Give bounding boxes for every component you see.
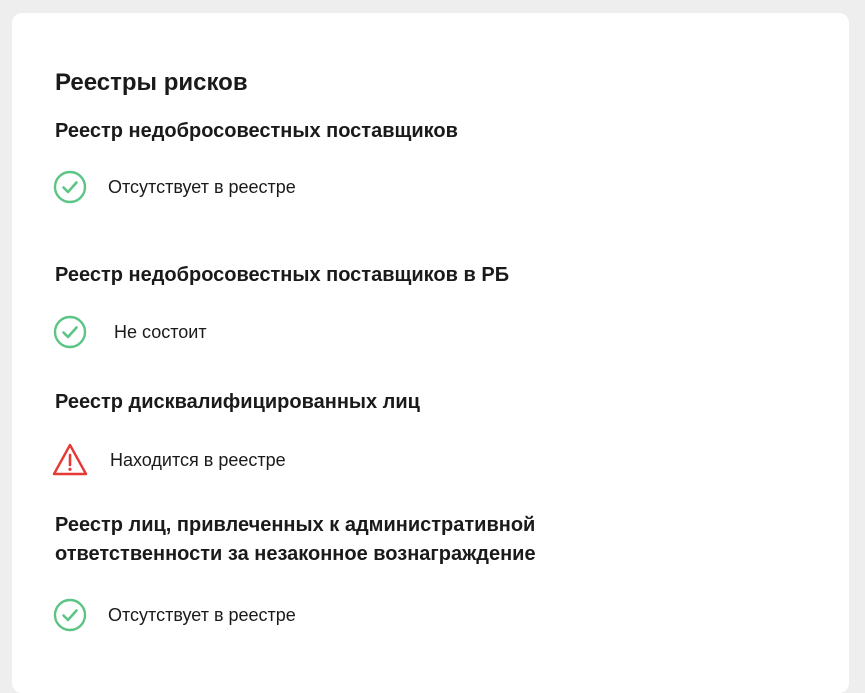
registry-status-unfair-suppliers: Отсутствует в реестре — [52, 169, 296, 205]
registry-title-administrative-liability: Реестр лиц, привлеченных к административ… — [55, 511, 536, 569]
registry-status-text: Отсутствует в реестре — [108, 605, 296, 625]
check-circle-icon — [52, 597, 88, 633]
check-circle-icon — [52, 169, 88, 205]
registry-title-unfair-suppliers: Реестр недобросовестных поставщиков — [55, 120, 458, 142]
registry-status-disqualified-persons: Находится в реестре — [52, 442, 286, 478]
registry-status-text: Находится в реестре — [110, 450, 286, 470]
registry-status-administrative-liability: Отсутствует в реестре — [52, 597, 296, 633]
registry-title-unfair-suppliers-rb: Реестр недобросовестных поставщиков в РБ — [55, 264, 510, 286]
registry-status-unfair-suppliers-rb: Не состоит — [52, 314, 207, 350]
card-title: Реестры рисков — [55, 69, 248, 96]
warning-triangle-icon — [52, 442, 88, 478]
risk-registries-card: Реестры рисков Реестр недобросовестных п… — [12, 13, 849, 693]
registry-title-disqualified-persons: Реестр дисквалифицированных лиц — [55, 391, 420, 413]
registry-status-text: Не состоит — [114, 322, 207, 342]
registry-title-line-2: ответственности за незаконное вознагражд… — [55, 543, 536, 565]
registry-title-line-1: Реестр лиц, привлеченных к административ… — [55, 514, 536, 536]
check-circle-icon — [52, 314, 88, 350]
registry-status-text: Отсутствует в реестре — [108, 177, 296, 197]
